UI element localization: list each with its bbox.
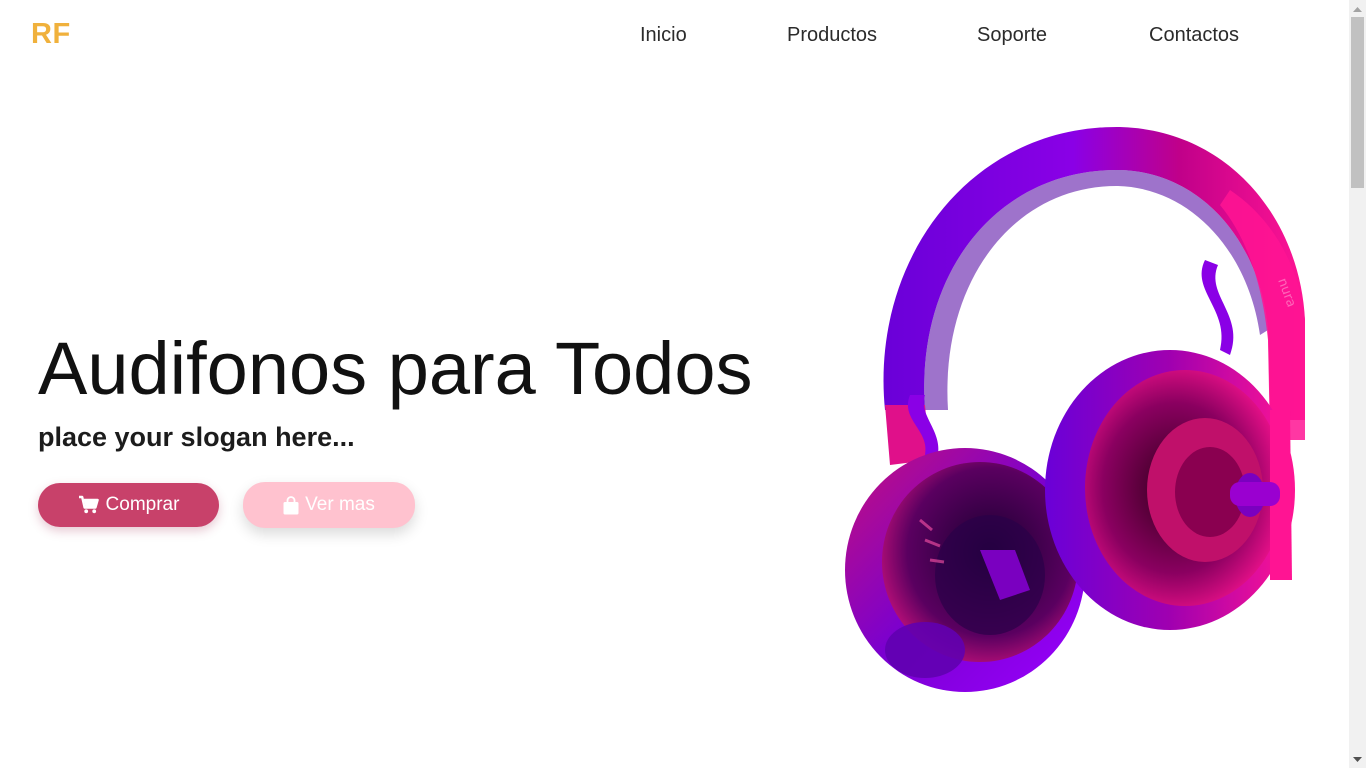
nav-link-productos[interactable]: Productos bbox=[787, 24, 877, 47]
see-more-button[interactable]: Ver mas bbox=[243, 482, 415, 528]
headphones-image: nura bbox=[845, 126, 1305, 692]
see-more-button-label: Ver mas bbox=[305, 494, 375, 515]
hero-slogan: place your slogan here... bbox=[38, 422, 355, 452]
hero-title: Audifonos para Todos bbox=[38, 327, 753, 410]
shopping-bag-icon bbox=[283, 495, 299, 515]
scrollbar-thumb[interactable] bbox=[1351, 17, 1364, 188]
nav-link-contactos[interactable]: Contactos bbox=[1149, 24, 1239, 47]
shopping-cart-icon bbox=[78, 495, 100, 515]
nav-menu: Inicio Productos Soporte Contactos bbox=[0, 24, 1349, 50]
nav-link-inicio[interactable]: Inicio bbox=[640, 24, 687, 47]
scroll-down-arrow-icon[interactable] bbox=[1349, 751, 1366, 768]
nav-link-soporte[interactable]: Soporte bbox=[977, 24, 1047, 47]
scroll-up-arrow-icon[interactable] bbox=[1349, 0, 1366, 17]
page-scrollbar[interactable] bbox=[1349, 0, 1366, 768]
buy-button-label: Comprar bbox=[105, 494, 180, 515]
buy-button[interactable]: Comprar bbox=[38, 483, 219, 527]
